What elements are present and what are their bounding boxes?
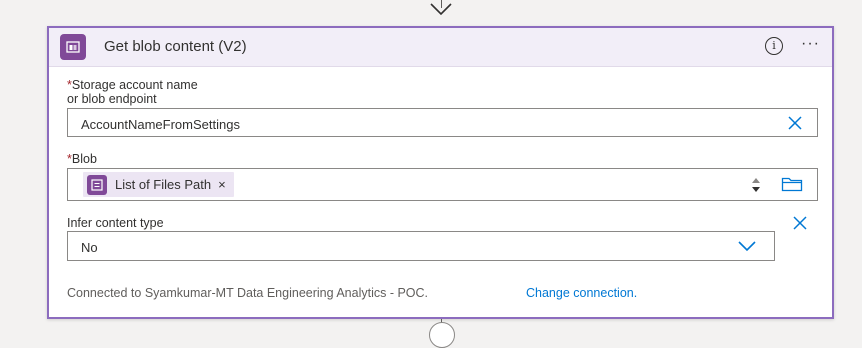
spinner[interactable] (752, 173, 762, 197)
storage-account-label-line1: Storage account name (71, 78, 198, 92)
info-icon[interactable]: i (765, 37, 783, 55)
infer-content-type-dropdown[interactable]: No (67, 231, 775, 261)
blob-label-text: Blob (71, 152, 97, 166)
expression-icon (87, 174, 107, 195)
token-label: List of Files Path (115, 177, 212, 192)
storage-account-input[interactable]: AccountNameFromSettings (67, 108, 818, 137)
infer-content-type-value: No (81, 240, 98, 255)
chevron-down-icon[interactable] (737, 239, 757, 253)
blob-storage-icon (60, 34, 86, 60)
spinner-up-icon[interactable] (752, 178, 760, 183)
change-connection-link[interactable]: Change connection. (526, 286, 637, 300)
blob-label: *Blob (67, 152, 97, 166)
connection-status: Connected to Syamkumar-MT Data Engineeri… (67, 286, 429, 300)
dynamic-content-token[interactable]: List of Files Path × (83, 172, 234, 197)
close-icon[interactable] (786, 114, 804, 132)
more-options-icon[interactable]: ··· (801, 35, 820, 53)
add-step-button[interactable] (429, 322, 455, 348)
infer-content-type-label: Infer content type (67, 216, 164, 230)
blob-input[interactable]: List of Files Path × (67, 168, 818, 201)
action-card: Get blob content (V2) i ··· *Storage acc… (47, 26, 834, 319)
close-icon[interactable] (791, 214, 809, 232)
token-remove-button[interactable]: × (218, 177, 226, 192)
storage-account-label: *Storage account name or blob endpoint (67, 78, 198, 106)
folder-icon[interactable] (781, 176, 803, 192)
spinner-down-icon[interactable] (752, 187, 760, 192)
action-title: Get blob content (V2) (104, 38, 247, 55)
arrow-down-icon (428, 2, 454, 18)
storage-account-label-line2: or blob endpoint (67, 92, 157, 106)
action-card-header[interactable]: Get blob content (V2) i ··· (49, 28, 832, 67)
storage-account-value: AccountNameFromSettings (81, 117, 240, 132)
